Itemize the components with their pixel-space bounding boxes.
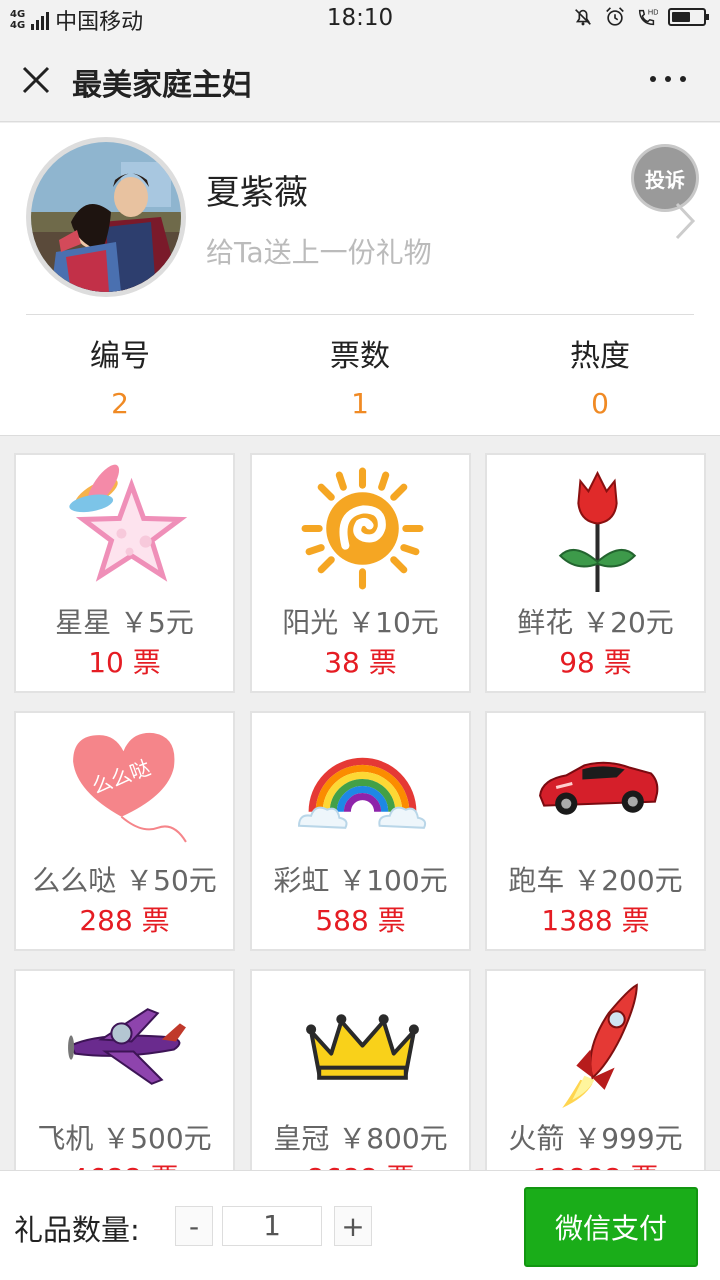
divider (26, 314, 694, 315)
gift-card-star[interactable]: 星星 ￥5元 10 票 (14, 453, 235, 693)
gift-title: 火箭 ￥999元 (508, 1122, 683, 1155)
quantity-label: 礼品数量: (14, 1213, 140, 1247)
gift-title: 鲜花 ￥20元 (517, 606, 674, 639)
rocket-icon (562, 983, 638, 1108)
stat-value: 0 (591, 387, 609, 420)
stat-value: 2 (111, 387, 129, 420)
gift-card-heart[interactable]: 么么哒 么么哒 ￥50元 288 票 (14, 711, 235, 951)
wechat-pay-button[interactable]: 微信支付 (524, 1187, 698, 1267)
battery-level (672, 12, 690, 22)
status-right: HD (572, 6, 709, 28)
report-button[interactable]: 投诉 (634, 147, 696, 209)
stat-votes: 票数 1 (240, 331, 480, 420)
contestant-name: 夏紫薇 (206, 173, 308, 213)
gift-votes: 12888 票 (487, 1157, 704, 1170)
sports-car-icon (539, 761, 659, 815)
nav-bar: 最美家庭主妇 (0, 38, 720, 122)
close-icon[interactable] (20, 64, 52, 96)
stat-label: 票数 (330, 339, 390, 374)
sun-icon (301, 467, 424, 590)
quantity-input[interactable]: 1 (222, 1206, 322, 1246)
increase-button[interactable]: + (334, 1206, 372, 1246)
gift-title: 星星 ￥5元 (55, 606, 194, 639)
alarm-icon (606, 7, 624, 26)
more-dots-icon[interactable] (650, 76, 686, 82)
gift-title: 皇冠 ￥800元 (273, 1122, 448, 1155)
gift-card-car[interactable]: 跑车 ￥200元 1388 票 (485, 711, 706, 951)
hd-call-icon: HD (638, 7, 658, 26)
crown-icon (306, 1014, 419, 1080)
svg-text:HD: HD (648, 7, 658, 16)
stat-label: 编号 (90, 339, 150, 374)
gift-title: 跑车 ￥200元 (508, 864, 683, 897)
gift-title: 么么哒 ￥50元 (32, 864, 217, 897)
gift-card-crown[interactable]: 皇冠 ￥800元 8688 票 (250, 969, 471, 1170)
avatar-frame (26, 137, 186, 297)
rainbow-icon (298, 757, 427, 829)
gift-title: 飞机 ￥500元 (37, 1122, 212, 1155)
battery-icon (668, 8, 709, 26)
chevron-right-icon[interactable] (674, 201, 696, 241)
gift-grid: 星星 ￥5元 10 票 阳光 ￥10元 38 票 鲜花 ￥20元 98 票 么么… (0, 435, 720, 1170)
page-title: 最美家庭主妇 (72, 68, 252, 103)
gift-card-rose[interactable]: 鲜花 ￥20元 98 票 (485, 453, 706, 693)
decrease-button[interactable]: - (175, 1206, 213, 1246)
gift-card-sun[interactable]: 阳光 ￥10元 38 票 (250, 453, 471, 693)
gift-title: 阳光 ￥10元 (282, 606, 439, 639)
star-icon (69, 464, 188, 582)
gift-votes: 4688 票 (16, 1157, 233, 1170)
gift-votes: 1388 票 (541, 904, 650, 937)
avatar[interactable] (31, 142, 181, 292)
airplane-icon (68, 1008, 186, 1085)
gift-votes: 38 票 (324, 646, 397, 679)
gift-votes: 10 票 (88, 646, 161, 679)
gift-votes: 98 票 (559, 646, 632, 679)
stat-heat: 热度 0 (480, 331, 720, 420)
status-bar: 4G 4G 中国移动 18:10 HD (0, 0, 720, 38)
mute-bell-icon (575, 9, 591, 26)
gift-votes: 588 票 (315, 904, 406, 937)
gift-title: 彩虹 ￥100元 (273, 864, 448, 897)
heart-balloon-icon: 么么哒 (73, 732, 187, 843)
gift-card-rocket[interactable]: 火箭 ￥999元 12888 票 (485, 969, 706, 1170)
purchase-bar: 礼品数量: - 1 + 微信支付 (0, 1170, 720, 1280)
gift-card-plane[interactable]: 飞机 ￥500元 4688 票 (14, 969, 235, 1170)
gift-prompt: 给Ta送上一份礼物 (206, 236, 432, 269)
gift-card-rainbow[interactable]: 彩虹 ￥100元 588 票 (250, 711, 471, 951)
profile-card: 夏紫薇 给Ta送上一份礼物 投诉 编号 2 票数 1 热度 0 (0, 123, 720, 435)
rose-icon (558, 470, 637, 592)
stat-label: 热度 (570, 339, 630, 374)
stat-value: 1 (351, 387, 369, 420)
gift-votes: 288 票 (79, 904, 170, 937)
stat-number: 编号 2 (0, 331, 240, 420)
gift-votes: 8688 票 (252, 1157, 469, 1170)
